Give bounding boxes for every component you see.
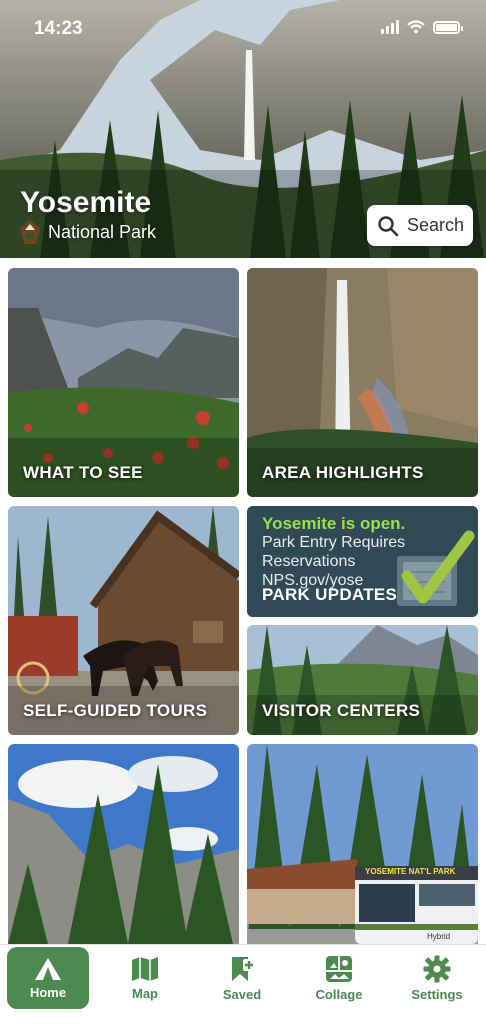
tile-what-to-see[interactable]: WHAT TO SEE <box>8 268 239 497</box>
park-title: Yosemite <box>20 186 152 219</box>
tile-area-highlights-label: AREA HIGHLIGHTS <box>262 463 424 482</box>
tile-visitor-centers-label: VISITOR CENTERS <box>262 701 421 720</box>
tab-saved-label: Saved <box>222 986 262 1002</box>
shuttle-bus-image <box>247 744 478 944</box>
bottom-tab-bar: Home Map Saved Collage Settings <box>0 944 486 1024</box>
category-grid: WHAT TO SEE AREA HIGHLIGHTS SELF-GUIDED … <box>0 258 486 944</box>
park-header: 14:23 Yosemite National Park Search <box>0 0 486 258</box>
tile-area-highlights[interactable]: AREA HIGHLIGHTS <box>247 268 478 497</box>
status-time: 14:23 <box>34 18 83 39</box>
scenic-view-image <box>8 744 239 944</box>
tab-collage-label: Collage <box>315 986 363 1002</box>
reservations-line: Reservations <box>262 553 356 570</box>
park-subtitle-row: National Park <box>20 220 156 244</box>
tab-map[interactable]: Map <box>104 947 186 1009</box>
park-updates-message: Yosemite is open. Park Entry Requires Re… <box>262 514 405 590</box>
park-subtitle: National Park <box>48 221 157 242</box>
search-button[interactable]: Search <box>367 205 473 246</box>
tile-park-updates-label: PARK UPDATES <box>262 585 398 604</box>
wifi-icon <box>407 20 425 34</box>
tile-self-guided-tours-label: SELF-GUIDED TOURS <box>23 701 208 720</box>
park-status-open: Yosemite is open. <box>262 514 406 533</box>
tile-what-to-see-label: WHAT TO SEE <box>23 463 143 482</box>
bus-destination-sign: YOSEMITE NAT'L PARK <box>365 867 456 876</box>
tile-self-guided-tours[interactable]: SELF-GUIDED TOURS <box>8 506 239 735</box>
nps-arrowhead-icon <box>20 220 40 244</box>
tab-home-label: Home <box>29 984 67 1000</box>
tile-scenic-view[interactable] <box>8 744 239 944</box>
bus-side-text: Hybrid <box>427 932 451 941</box>
battery-icon <box>433 20 463 34</box>
gear-icon <box>423 955 451 982</box>
tab-saved[interactable]: Saved <box>201 947 283 1009</box>
tile-park-updates[interactable]: Yosemite is open. Park Entry Requires Re… <box>247 506 478 617</box>
collage-icon <box>326 955 352 982</box>
tile-shuttle[interactable]: YOSEMITE NAT'L PARK Hybrid <box>247 744 478 944</box>
search-icon <box>378 215 399 236</box>
home-tent-icon <box>35 957 61 980</box>
search-button-label: Search <box>407 215 465 235</box>
bookmark-plus-icon <box>232 956 255 981</box>
map-icon <box>132 956 158 981</box>
tab-settings-label: Settings <box>411 986 463 1002</box>
status-bar: 14:23 <box>0 16 486 44</box>
tile-visitor-centers[interactable]: VISITOR CENTERS <box>247 625 478 735</box>
tab-collage[interactable]: Collage <box>298 947 380 1009</box>
cellular-signal-icon <box>381 20 399 34</box>
tab-settings[interactable]: Settings <box>396 947 478 1009</box>
tab-home[interactable]: Home <box>7 947 89 1009</box>
tab-map-label: Map <box>132 985 158 1001</box>
park-entry-line: Park Entry Requires <box>262 534 406 551</box>
